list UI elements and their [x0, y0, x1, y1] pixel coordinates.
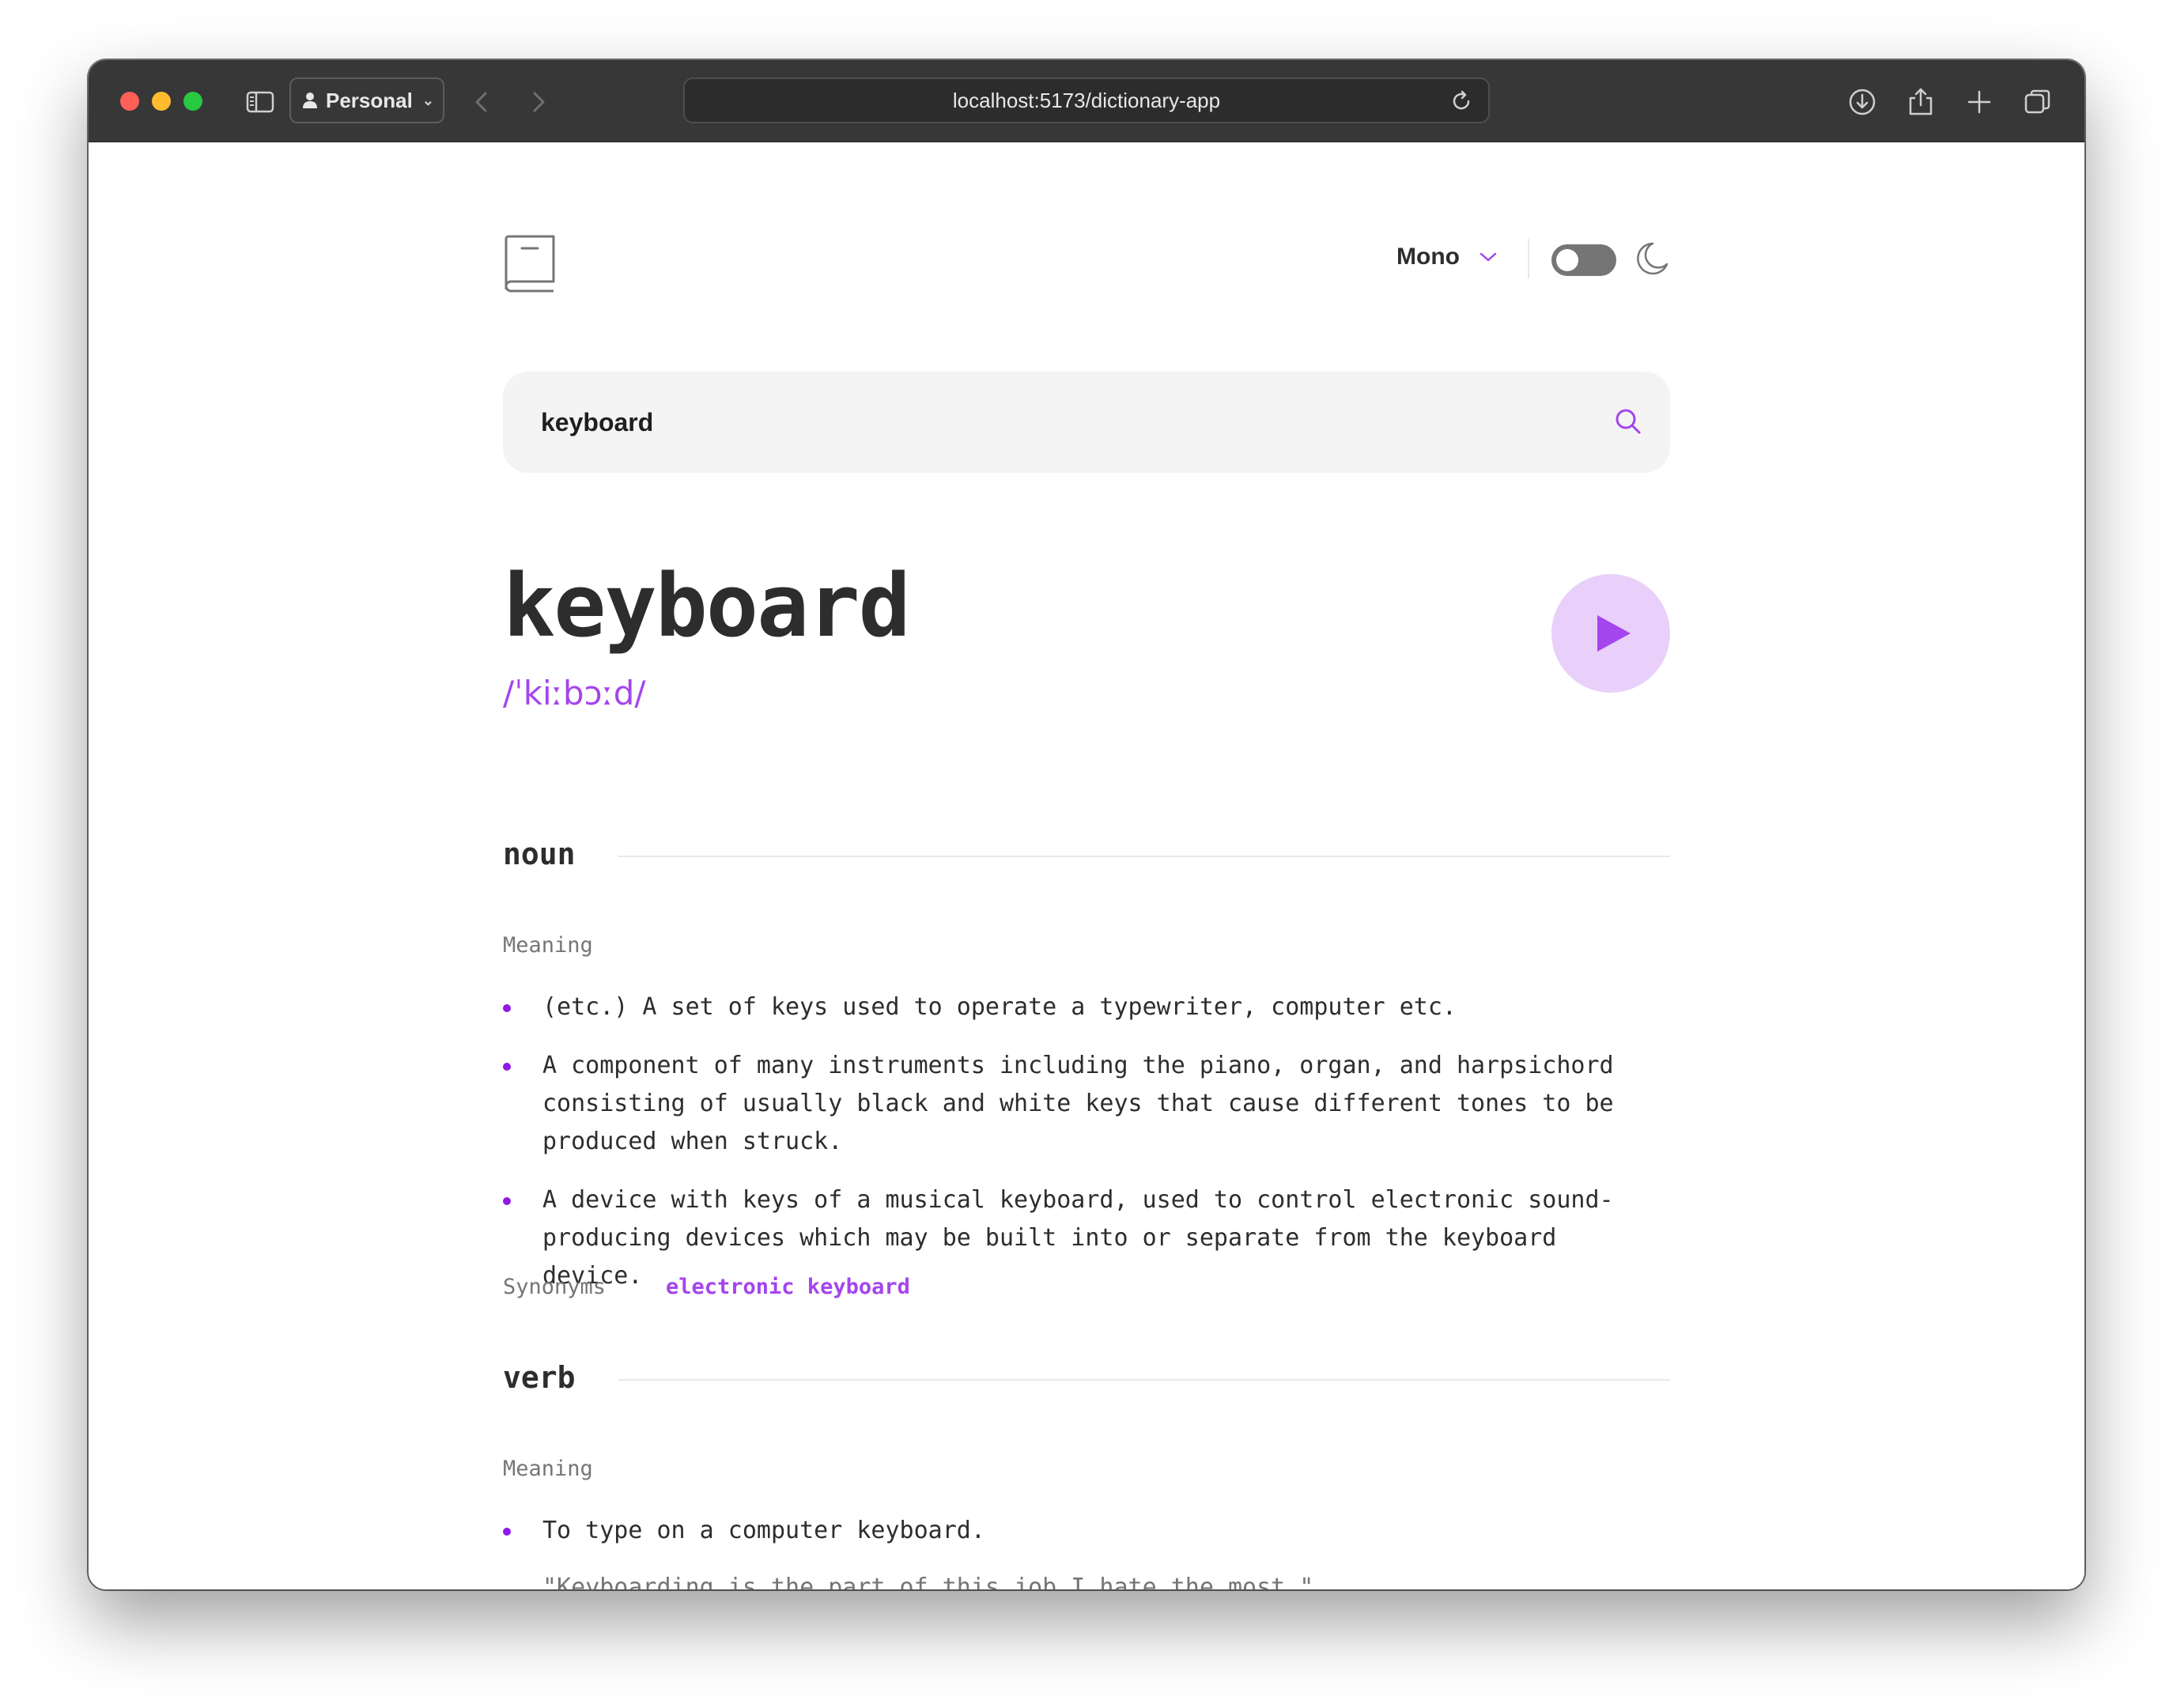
tabs-icon[interactable] [2023, 87, 2053, 117]
section-divider [618, 1379, 1670, 1381]
definition-item: To type on a computer keyboard. [503, 1512, 1670, 1550]
meaning-label: Meaning [503, 933, 593, 958]
font-selector[interactable]: Mono [1396, 244, 1498, 270]
bullet [503, 1004, 511, 1012]
part-of-speech: verb [503, 1360, 576, 1395]
bullet [503, 1063, 511, 1071]
plus-icon[interactable] [1964, 87, 1994, 117]
profile-button[interactable]: Personal ⌄ [289, 77, 444, 123]
search-bar [503, 372, 1670, 473]
section-divider [618, 856, 1670, 857]
definition-item: (etc.) A set of keys used to operate a t… [503, 988, 1670, 1026]
play-audio-button[interactable] [1551, 574, 1670, 693]
search-icon[interactable] [1613, 406, 1643, 436]
part-of-speech: noun [503, 837, 576, 871]
reload-icon[interactable] [1449, 89, 1474, 114]
browser-window: Personal ⌄ localhost:5173/dictionary-app [89, 60, 2084, 1589]
bullet [503, 1197, 511, 1205]
phonetic: /ˈkiːbɔːd/ [503, 674, 646, 712]
zoom-window-button[interactable] [183, 92, 202, 111]
bullet [503, 1528, 511, 1536]
definition-item: A component of many instruments includin… [503, 1047, 1670, 1161]
close-window-button[interactable] [120, 92, 139, 111]
synonyms-label: Synonyms [503, 1275, 607, 1299]
person-icon [303, 93, 317, 108]
download-icon[interactable] [1847, 87, 1877, 117]
chevron-down-icon: ⌄ [421, 92, 434, 108]
chevron-down-icon [1480, 252, 1497, 262]
profile-label: Personal [326, 88, 413, 112]
url-text: localhost:5173/dictionary-app [952, 88, 1221, 112]
header-divider [1528, 239, 1529, 278]
browser-titlebar: Personal ⌄ localhost:5173/dictionary-app [89, 60, 2084, 142]
play-icon [1597, 615, 1631, 652]
forward-icon[interactable] [523, 87, 554, 117]
book-icon[interactable] [503, 234, 557, 293]
page-content: Mono keyboard /ˈkiːbɔːd/ [89, 142, 2084, 1589]
share-icon[interactable] [1906, 87, 1936, 117]
search-input[interactable] [541, 372, 1569, 473]
toggle-knob [1556, 249, 1578, 271]
address-bar[interactable]: localhost:5173/dictionary-app [683, 77, 1490, 123]
font-selector-label: Mono [1396, 244, 1460, 270]
meaning-label: Meaning [503, 1457, 593, 1481]
synonym-link[interactable]: electronic keyboard [666, 1275, 910, 1299]
dark-mode-toggle[interactable] [1551, 244, 1616, 276]
minimize-window-button[interactable] [152, 92, 171, 111]
word-title: keyboard [503, 555, 911, 656]
definition-example: "Keyboarding is the part of this job I h… [542, 1574, 1314, 1589]
back-icon[interactable] [467, 87, 497, 117]
moon-icon [1637, 242, 1668, 275]
sidebar-icon[interactable] [245, 87, 275, 117]
